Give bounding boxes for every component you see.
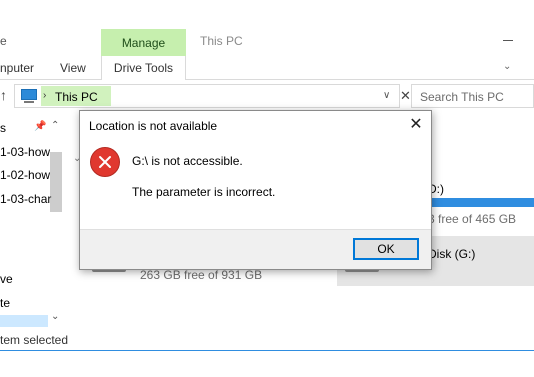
nav-item[interactable]: 1-02-how — [0, 168, 50, 182]
pin-icon[interactable]: 📌 — [34, 121, 46, 132]
nav-scrollbar-thumb[interactable] — [50, 152, 62, 212]
dialog-footer: OK — [80, 229, 431, 269]
dialog-message-secondary: The parameter is incorrect. — [132, 185, 276, 199]
minimize-button[interactable] — [503, 34, 517, 48]
tab-view[interactable]: View — [60, 61, 86, 75]
ribbon-tabs: nputer View Drive Tools — [0, 56, 534, 80]
dialog-title: Location is not available — [89, 119, 218, 133]
navigation-pane: s 📌 ⌃ 1-03-how 1-02-how 1-03-char ve te … — [0, 112, 64, 327]
search-input[interactable]: Search This PC — [411, 84, 534, 108]
error-icon — [90, 147, 120, 177]
tab-manage[interactable]: Manage — [101, 29, 186, 56]
computer-icon — [19, 89, 39, 103]
address-path[interactable]: This PC — [55, 90, 98, 104]
drive-free-space: 3 free of 465 GB — [428, 212, 517, 226]
scroll-down-icon[interactable]: ⌄ — [51, 311, 59, 322]
address-bar[interactable]: › This PC ∨ ✕ — [14, 84, 411, 108]
close-icon[interactable]: ✕ — [406, 115, 426, 133]
scroll-up-icon[interactable]: ⌃ — [51, 120, 59, 131]
dialog-message-primary: G:\ is not accessible. — [132, 154, 243, 168]
drive-usage-bar — [430, 198, 534, 207]
chevron-down-icon[interactable]: ∨ — [383, 90, 390, 101]
nav-item[interactable]: 1-03-char — [0, 192, 51, 206]
drive-label[interactable]: Disk (G:) — [428, 247, 475, 261]
ribbon-expand-icon[interactable]: ⌄ — [503, 61, 511, 72]
close-icon[interactable]: ✕ — [400, 88, 411, 104]
address-row: ↑ › This PC ∨ ✕ Search This PC — [0, 84, 534, 110]
nav-item[interactable]: s — [0, 121, 6, 135]
drive-free-space: 263 GB free of 931 GB — [140, 268, 263, 282]
status-bar: tem selected — [0, 330, 534, 352]
search-placeholder: Search This PC — [420, 90, 504, 104]
nav-item[interactable]: te — [0, 296, 10, 310]
tab-drive-tools[interactable]: Drive Tools — [101, 56, 186, 80]
ok-button[interactable]: OK — [353, 238, 419, 260]
nav-item[interactable]: ve — [0, 272, 13, 286]
ribbon-header: e Manage This PC — [0, 0, 534, 56]
title-fragment: e — [0, 34, 7, 48]
error-dialog: Location is not available ✕ G:\ is not a… — [79, 110, 432, 270]
chevron-right-icon[interactable]: › — [43, 90, 46, 101]
nav-item[interactable]: 1-03-how — [0, 145, 50, 159]
nav-item-selected[interactable] — [0, 315, 48, 327]
window-title: This PC — [200, 34, 243, 48]
up-arrow-icon[interactable]: ↑ — [0, 87, 7, 103]
window-bottom-border — [0, 350, 534, 351]
status-text: tem selected — [0, 333, 69, 347]
tab-computer[interactable]: nputer — [0, 61, 34, 75]
